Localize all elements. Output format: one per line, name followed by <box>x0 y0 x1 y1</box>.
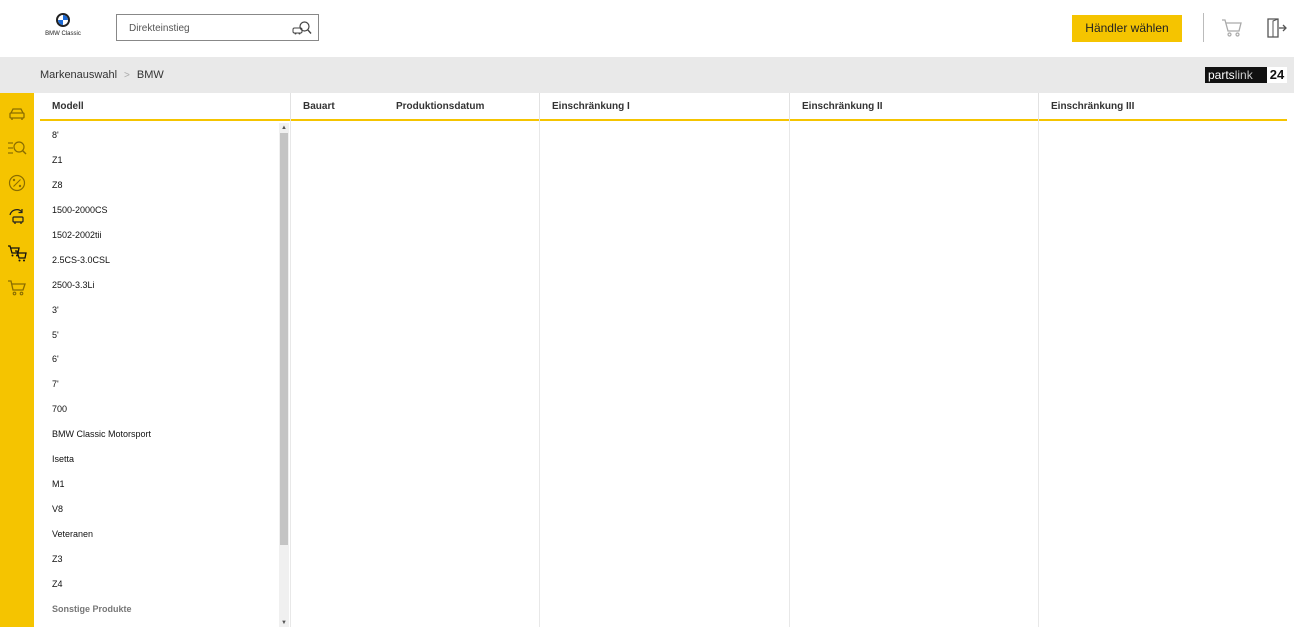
column-header-restriction-3[interactable]: Einschränkung III <box>1038 93 1287 121</box>
column-header-type[interactable]: Bauart <box>290 93 384 121</box>
model-item[interactable]: Z1 <box>40 148 280 173</box>
model-selection-table: Modell Bauart Produktionsdatum Einschrän… <box>40 93 1287 627</box>
scroll-up-arrow-icon[interactable]: ▲ <box>279 124 289 132</box>
breadcrumb-item-brand-selection[interactable]: Markenauswahl <box>40 69 117 81</box>
model-item[interactable]: 6' <box>40 347 280 372</box>
model-item[interactable]: Z3 <box>40 547 280 572</box>
refresh-car-icon[interactable] <box>7 209 27 227</box>
model-item[interactable]: M1 <box>40 472 280 497</box>
model-item[interactable]: 1502-2002tii <box>40 223 280 248</box>
column-divider <box>290 121 291 627</box>
model-item[interactable]: Z8 <box>40 173 280 198</box>
cart-icon[interactable] <box>1221 18 1243 38</box>
logout-icon[interactable] <box>1265 17 1287 39</box>
model-item[interactable]: BMW Classic Motorsport <box>40 422 280 447</box>
select-dealer-button[interactable]: Händler wählen <box>1072 15 1182 42</box>
top-header: BMW Classic Händler wählen <box>0 0 1294 57</box>
scrollbar-thumb[interactable] <box>280 133 288 545</box>
model-list-scrollbar[interactable]: ▲ ▼ <box>279 123 289 627</box>
model-item[interactable]: Z4 <box>40 572 280 597</box>
model-item[interactable]: 7' <box>40 372 280 397</box>
model-item[interactable]: 1500-2000CS <box>40 198 280 223</box>
model-item[interactable]: 700 <box>40 397 280 422</box>
column-header-model[interactable]: Modell <box>40 93 290 121</box>
column-divider <box>1038 121 1039 627</box>
column-header-production-date[interactable]: Produktionsdatum <box>384 93 539 121</box>
column-header-restriction-1[interactable]: Einschränkung I <box>539 93 789 121</box>
breadcrumb-item-bmw: BMW <box>136 69 164 81</box>
left-sidebar <box>0 93 34 627</box>
model-list: 8' Z1 Z8 1500-2000CS 1502-2002tii 2.5CS-… <box>40 123 280 627</box>
breadcrumb-separator: > <box>124 70 130 81</box>
bmw-classic-logo[interactable]: BMW Classic <box>40 13 86 43</box>
model-item[interactable]: 8' <box>40 123 280 148</box>
bmw-roundel-icon <box>56 13 70 27</box>
header-divider <box>1203 13 1204 42</box>
vehicle-search-icon[interactable] <box>292 20 312 36</box>
model-item[interactable]: 2.5CS-3.0CSL <box>40 248 280 273</box>
column-header-restriction-2[interactable]: Einschränkung II <box>789 93 1038 121</box>
column-divider <box>789 121 790 627</box>
model-item[interactable]: Veteranen <box>40 522 280 547</box>
logo-text: BMW Classic <box>45 31 81 37</box>
percent-icon[interactable] <box>7 174 27 192</box>
car-icon[interactable] <box>7 105 27 123</box>
column-divider <box>539 121 540 627</box>
model-item[interactable]: 5' <box>40 323 280 348</box>
model-item[interactable]: 3' <box>40 298 280 323</box>
table-header: Modell Bauart Produktionsdatum Einschrän… <box>40 93 1287 121</box>
breadcrumb-bar: Markenauswahl > BMW partslink 24 <box>0 57 1294 93</box>
model-item[interactable]: V8 <box>40 497 280 522</box>
breadcrumb: Markenauswahl > BMW <box>40 69 164 81</box>
model-item-other-products[interactable]: Sonstige Produkte <box>40 597 280 622</box>
scroll-down-arrow-icon[interactable]: ▼ <box>279 619 289 627</box>
search-list-icon[interactable] <box>7 139 27 157</box>
model-item[interactable]: 2500-3.3Li <box>40 273 280 298</box>
cart-icon[interactable] <box>7 279 27 297</box>
model-item[interactable]: Isetta <box>40 447 280 472</box>
direct-entry-search <box>116 14 319 41</box>
compare-carts-icon[interactable] <box>7 244 27 262</box>
partslink24-logo: partslink 24 <box>1205 67 1287 83</box>
search-input[interactable] <box>129 20 289 36</box>
